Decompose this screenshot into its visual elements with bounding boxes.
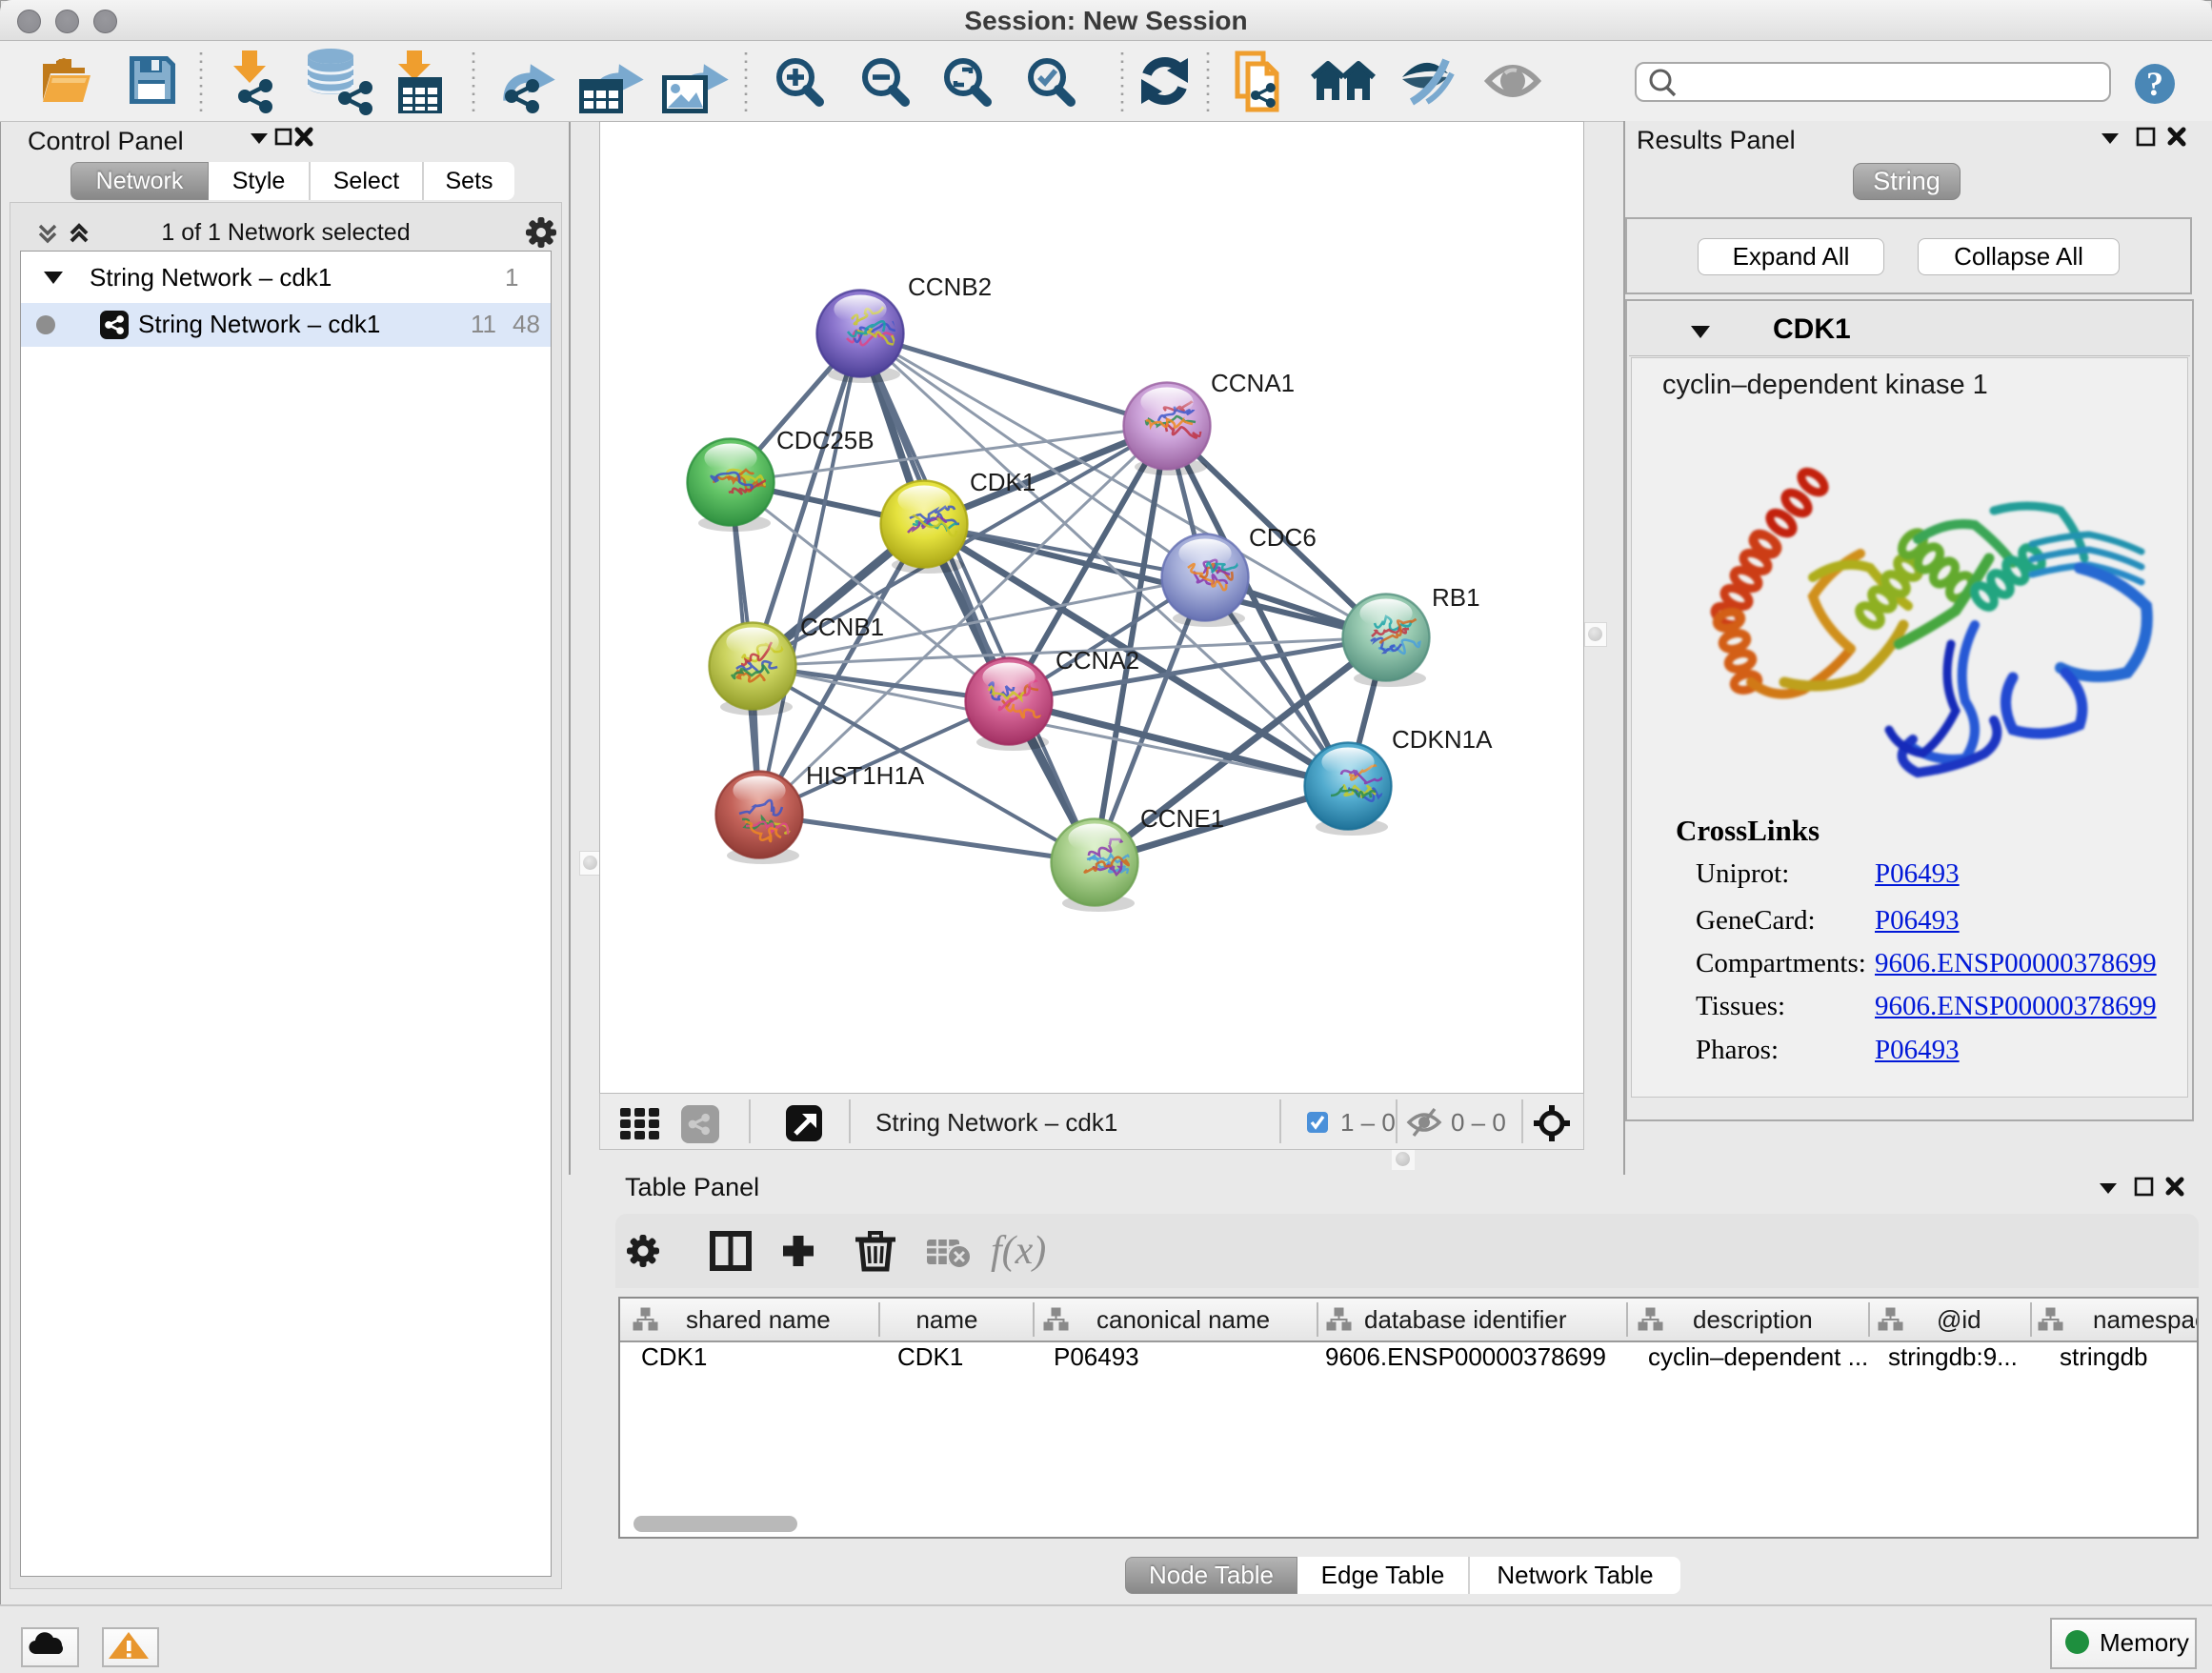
svg-text:0 – 0: 0 – 0 [1451, 1108, 1506, 1137]
svg-text:?: ? [2146, 65, 2163, 103]
svg-text:RB1: RB1 [1432, 583, 1480, 612]
svg-text:HIST1H1A: HIST1H1A [806, 761, 925, 790]
svg-text:CDKN1A: CDKN1A [1392, 725, 1493, 754]
svg-text:CCNB1: CCNB1 [800, 613, 884, 641]
svg-text:1 – 0: 1 – 0 [1340, 1108, 1396, 1137]
svg-text:CDC25B: CDC25B [776, 426, 875, 454]
svg-text:CDK1: CDK1 [970, 468, 1036, 496]
svg-text:namespac: namespac [2093, 1305, 2197, 1334]
svg-text:CCNA2: CCNA2 [1056, 646, 1139, 675]
svg-text:name: name [915, 1305, 977, 1334]
svg-text:CCNB2: CCNB2 [908, 272, 992, 301]
svg-text:database identifier: database identifier [1364, 1305, 1567, 1334]
svg-text:CCNE1: CCNE1 [1140, 804, 1224, 833]
svg-text:description: description [1693, 1305, 1813, 1334]
svg-text:canonical name: canonical name [1096, 1305, 1270, 1334]
svg-text:f(x): f(x) [991, 1229, 1046, 1273]
svg-text:CCNA1: CCNA1 [1211, 369, 1295, 397]
svg-text:CDC6: CDC6 [1249, 523, 1317, 552]
svg-text:@id: @id [1937, 1305, 1981, 1334]
svg-text:shared name: shared name [686, 1305, 831, 1334]
svg-text:String Network – cdk1: String Network – cdk1 [875, 1108, 1117, 1137]
